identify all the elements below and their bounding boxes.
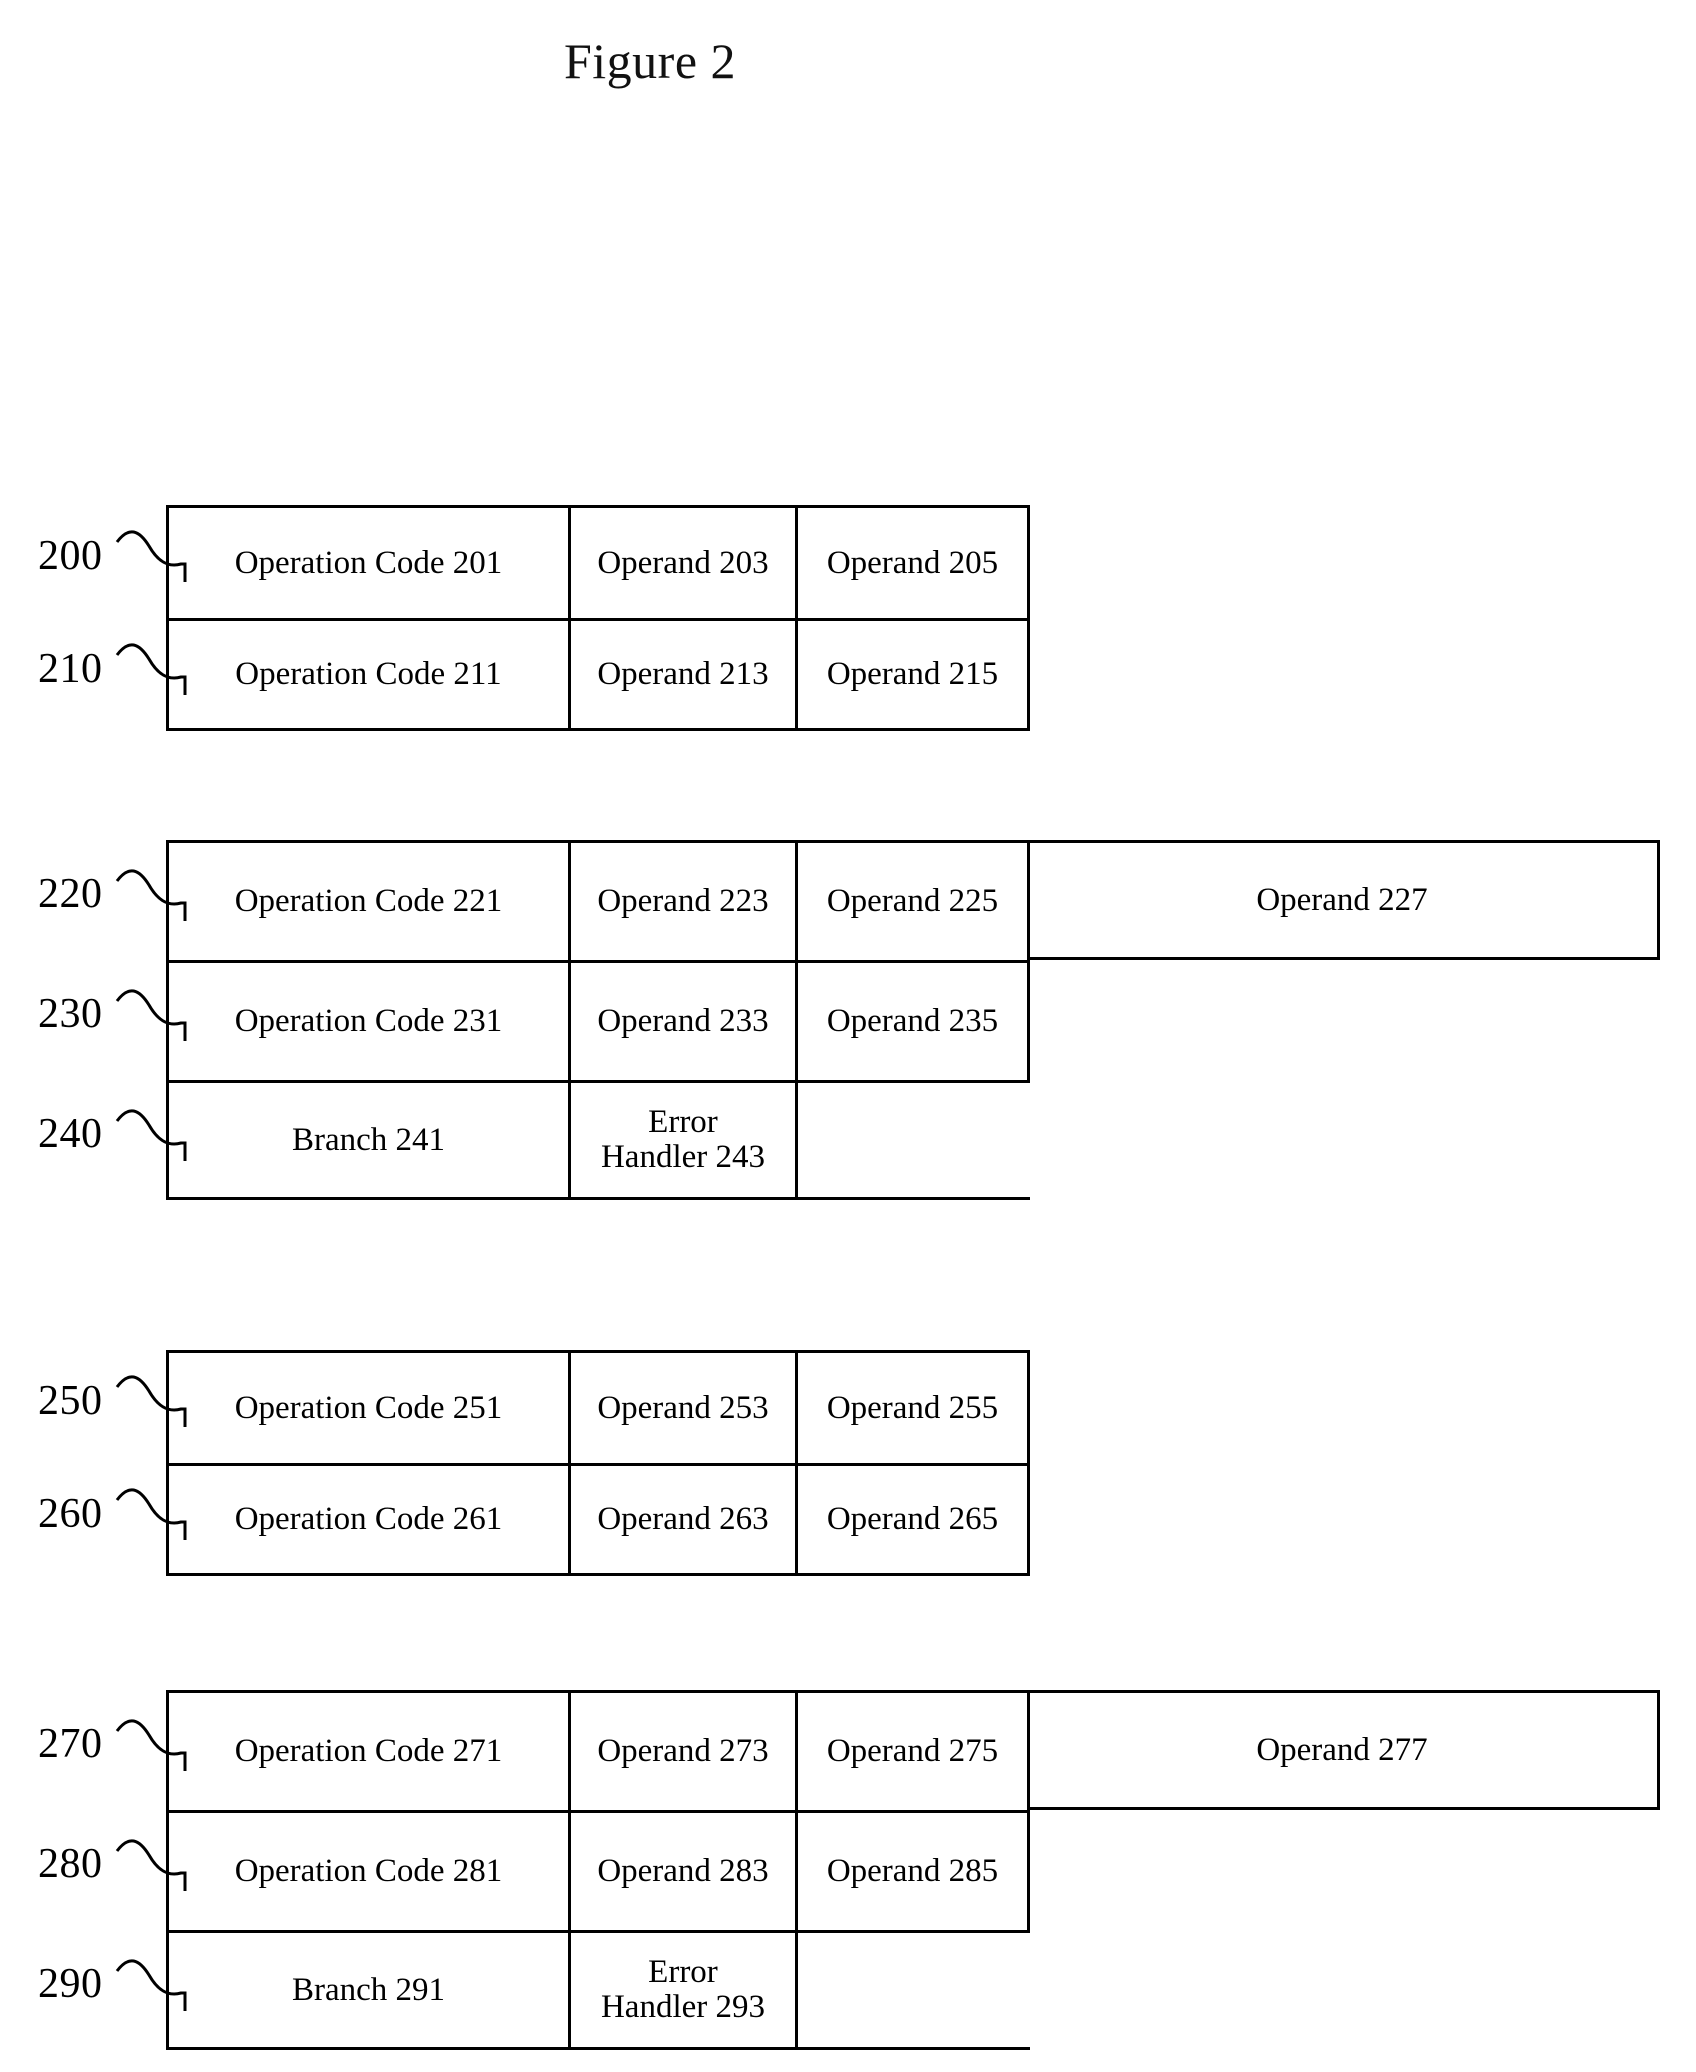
cell-operation-code: Operation Code 251 bbox=[169, 1353, 571, 1463]
instruction-block-270: Operation Code 271 Operand 273 Operand 2… bbox=[166, 1690, 1030, 2050]
cell-operand: Operand 233 bbox=[571, 963, 798, 1080]
leader-line-icon bbox=[115, 1482, 193, 1545]
reference-label-200: 200 bbox=[38, 526, 193, 586]
cell-operand: Operand 215 bbox=[798, 621, 1030, 728]
reference-label-220: 220 bbox=[38, 864, 193, 924]
reference-label-260: 260 bbox=[38, 1484, 193, 1544]
reference-number: 210 bbox=[38, 645, 103, 692]
cell-operation-code: Operation Code 201 bbox=[169, 508, 571, 618]
reference-label-270: 270 bbox=[38, 1714, 193, 1774]
cell-operand: Operand 235 bbox=[798, 963, 1030, 1080]
reference-number: 250 bbox=[38, 1377, 103, 1424]
cell-operand: Operand 255 bbox=[798, 1353, 1030, 1463]
cell-operand-extension: Operand 277 bbox=[1027, 1690, 1660, 1810]
cell-operand: Operand 285 bbox=[798, 1813, 1030, 1930]
cell-operation-code: Operation Code 221 bbox=[169, 843, 571, 960]
cell-operand: Operand 203 bbox=[571, 508, 798, 618]
leader-line-icon bbox=[115, 1369, 193, 1432]
cell-operand: Operand 263 bbox=[571, 1466, 798, 1573]
cell-operand: Operand 213 bbox=[571, 621, 798, 728]
table-row: Operation Code 251 Operand 253 Operand 2… bbox=[166, 1350, 1030, 1463]
leader-line-icon bbox=[115, 983, 193, 1046]
table-row: Operation Code 201 Operand 203 Operand 2… bbox=[166, 505, 1030, 618]
reference-number: 200 bbox=[38, 532, 103, 579]
table-row: Operation Code 261 Operand 263 Operand 2… bbox=[166, 1463, 1030, 1576]
cell-error-handler: Error Handler 243 bbox=[571, 1083, 798, 1197]
instruction-block-220: Operation Code 221 Operand 223 Operand 2… bbox=[166, 840, 1030, 1200]
cell-operand: Operand 253 bbox=[571, 1353, 798, 1463]
reference-label-250: 250 bbox=[38, 1371, 193, 1431]
table-row: Operation Code 271 Operand 273 Operand 2… bbox=[166, 1690, 1030, 1810]
reference-number: 220 bbox=[38, 871, 103, 917]
cell-operand-extension: Operand 227 bbox=[1027, 840, 1660, 960]
cell-operation-code: Operation Code 231 bbox=[169, 963, 571, 1080]
cell-operand: Operand 275 bbox=[798, 1693, 1030, 1810]
reference-label-240: 240 bbox=[38, 1104, 193, 1164]
instruction-block-250: Operation Code 251 Operand 253 Operand 2… bbox=[166, 1350, 1030, 1576]
table-row: Operation Code 231 Operand 233 Operand 2… bbox=[166, 960, 1030, 1080]
table-row: Branch 291 Error Handler 293 bbox=[166, 1930, 1030, 2050]
page-title: Figure 2 bbox=[563, 33, 737, 89]
instruction-block-200: Operation Code 201 Operand 203 Operand 2… bbox=[166, 505, 1030, 731]
reference-label-230: 230 bbox=[38, 984, 193, 1044]
reference-number: 240 bbox=[38, 1111, 103, 1157]
leader-line-icon bbox=[115, 637, 193, 700]
cell-operand: Operand 273 bbox=[571, 1693, 798, 1810]
cell-branch: Branch 241 bbox=[169, 1083, 571, 1197]
leader-line-icon bbox=[115, 863, 193, 926]
table-row: Operation Code 221 Operand 223 Operand 2… bbox=[166, 840, 1030, 960]
reference-number: 280 bbox=[38, 1841, 103, 1887]
reference-number: 290 bbox=[38, 1961, 103, 2007]
leader-line-icon bbox=[115, 1953, 193, 2016]
cell-operation-code: Operation Code 211 bbox=[169, 621, 571, 728]
reference-number: 260 bbox=[38, 1490, 103, 1537]
leader-line-icon bbox=[115, 524, 193, 587]
cell-operation-code: Operation Code 281 bbox=[169, 1813, 571, 1930]
cell-operation-code: Operation Code 261 bbox=[169, 1466, 571, 1573]
leader-line-icon bbox=[115, 1103, 193, 1166]
cell-branch: Branch 291 bbox=[169, 1933, 571, 2047]
cell-operand: Operand 283 bbox=[571, 1813, 798, 1930]
cell-operand: Operand 225 bbox=[798, 843, 1030, 960]
cell-error-handler: Error Handler 293 bbox=[571, 1933, 798, 2047]
cell-operation-code: Operation Code 271 bbox=[169, 1693, 571, 1810]
leader-line-icon bbox=[115, 1833, 193, 1896]
reference-label-290: 290 bbox=[38, 1954, 193, 2014]
reference-label-280: 280 bbox=[38, 1834, 193, 1894]
leader-line-icon bbox=[115, 1713, 193, 1776]
table-row: Operation Code 281 Operand 283 Operand 2… bbox=[166, 1810, 1030, 1930]
reference-number: 230 bbox=[38, 991, 103, 1037]
reference-number: 270 bbox=[38, 1721, 103, 1767]
cell-operand: Operand 265 bbox=[798, 1466, 1030, 1573]
table-row: Operation Code 211 Operand 213 Operand 2… bbox=[166, 618, 1030, 731]
table-row: Branch 241 Error Handler 243 bbox=[166, 1080, 1030, 1200]
cell-operand: Operand 205 bbox=[798, 508, 1030, 618]
reference-label-210: 210 bbox=[38, 639, 193, 699]
cell-operand: Operand 223 bbox=[571, 843, 798, 960]
